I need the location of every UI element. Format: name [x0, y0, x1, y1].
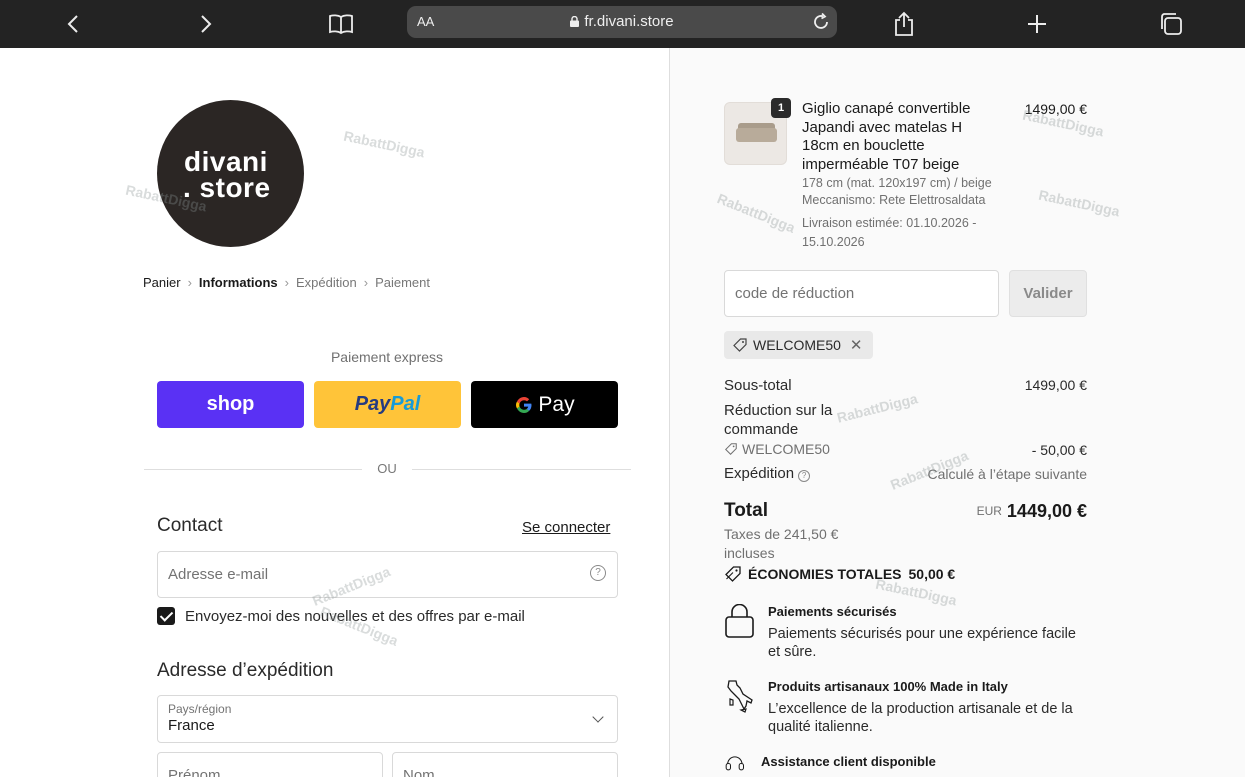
- country-value: France: [168, 717, 215, 734]
- chevron-down-icon: [592, 711, 604, 723]
- newsletter-checkbox[interactable]: [157, 607, 175, 625]
- subtotal-value: 1499,00 €: [1024, 377, 1087, 393]
- breadcrumb-cart[interactable]: Panier: [143, 275, 181, 290]
- feature-description: Paiements sécurisés pour une expérience …: [768, 626, 1076, 660]
- forward-icon[interactable]: [190, 8, 222, 40]
- discount-code-field[interactable]: code de réduction: [724, 270, 999, 317]
- product-variant: 178 cm (mat. 120x197 cm) / beige Meccani…: [802, 175, 1012, 209]
- product-size: 178 cm (mat. 120x197 cm) / beige: [802, 176, 992, 190]
- sofa-image: [736, 128, 777, 142]
- reduction-value: - 50,00 €: [1031, 442, 1087, 458]
- apply-discount-button[interactable]: Valider: [1009, 270, 1087, 317]
- bag-lock-icon: [725, 604, 754, 638]
- chevron-right-icon: ›: [363, 275, 369, 290]
- product-delivery-estimate: Livraison estimée: 01.10.2026 - 15.10.20…: [802, 216, 977, 249]
- breadcrumb-payment: Paiement: [375, 275, 430, 290]
- feature-title: Assistance client disponible: [761, 754, 936, 769]
- chevron-right-icon: ›: [187, 275, 192, 290]
- savings-value: 50,00 €: [908, 566, 956, 582]
- discount-placeholder: code de réduction: [735, 285, 855, 302]
- tag-icon: [733, 338, 747, 352]
- reduction-label: Réduction sur la commande: [724, 402, 833, 438]
- shop-pay-button[interactable]: shop: [157, 381, 304, 428]
- shipping-label: Expédition: [724, 465, 795, 482]
- browser-toolbar: AA fr.divani.store: [0, 0, 1245, 48]
- first-name-field[interactable]: Prénom: [157, 752, 383, 777]
- watermark: RabattDigga: [342, 127, 427, 161]
- store-logo[interactable]: divani . store: [157, 100, 304, 247]
- email-placeholder: Adresse e-mail: [168, 566, 269, 583]
- new-tab-icon[interactable]: [1021, 8, 1053, 40]
- help-icon[interactable]: ?: [590, 565, 606, 581]
- last-name-field[interactable]: Nom: [392, 752, 618, 777]
- address-bar[interactable]: AA fr.divani.store: [407, 6, 837, 38]
- total-label: Total: [724, 500, 768, 521]
- express-checkout-title: Paiement express: [330, 349, 444, 365]
- lock-icon: [570, 16, 580, 27]
- column-divider: [669, 48, 670, 777]
- paypal-button[interactable]: Pay Pal: [314, 381, 461, 428]
- share-icon[interactable]: [888, 8, 920, 40]
- feature-description: L’excellence de la production artisanale…: [768, 701, 1073, 735]
- applied-discount-chip: WELCOME50 ✕: [724, 331, 873, 359]
- shipping-help-icon[interactable]: ?: [798, 470, 811, 482]
- total-value: EUR 1449,00 €: [977, 501, 1087, 522]
- italy-map-icon: [727, 680, 753, 713]
- product-name: Giglio canapé convertible Japandi avec m…: [802, 100, 971, 173]
- remove-discount-icon[interactable]: ✕: [850, 336, 863, 354]
- reload-icon[interactable]: [811, 12, 831, 32]
- reduction-code: WELCOME50: [742, 441, 830, 457]
- tabs-overview-icon[interactable]: [1155, 8, 1187, 40]
- last-name-placeholder: Nom: [403, 767, 435, 777]
- quantity-badge: 1: [771, 98, 791, 118]
- paypal-label-2: Pal: [390, 393, 421, 415]
- google-pay-button[interactable]: Pay: [471, 381, 618, 428]
- feature-title: Produits artisanaux 100% Made in Italy: [768, 679, 1008, 694]
- or-label: OU: [362, 461, 412, 476]
- savings-tag-icon: [725, 566, 741, 582]
- google-pay-label: Pay: [538, 392, 575, 416]
- first-name-placeholder: Prénom: [168, 767, 221, 777]
- chevron-right-icon: ›: [284, 275, 289, 290]
- login-link[interactable]: Se connecter: [522, 519, 610, 536]
- contact-title: Contact: [157, 515, 223, 536]
- google-g-icon: [516, 396, 532, 413]
- headset-icon: [725, 756, 745, 771]
- product-mechanism: Meccanismo: Rete Elettrosaldata: [802, 193, 986, 207]
- feature-title: Paiements sécurisés: [768, 604, 897, 619]
- country-label: Pays/région: [168, 702, 232, 716]
- total-amount: 1449,00 €: [1006, 501, 1087, 521]
- shipping-address-title: Adresse d’expédition: [157, 660, 334, 681]
- subtotal-row: Sous-total 1499,00 €: [724, 377, 1087, 394]
- total-savings: ÉCONOMIES TOTALES 50,00 €: [724, 565, 955, 583]
- url-text: fr.divani.store: [584, 13, 674, 30]
- currency-code: EUR: [976, 504, 1002, 518]
- tag-icon: [725, 443, 737, 455]
- back-icon[interactable]: [57, 8, 89, 40]
- country-select[interactable]: Pays/région France: [157, 695, 618, 743]
- paypal-label-1: Pay: [354, 393, 391, 415]
- breadcrumb-information: Informations: [198, 275, 278, 290]
- breadcrumb: Panier › Informations › Expédition › Paiement: [143, 275, 430, 290]
- subtotal-label: Sous-total: [724, 377, 792, 394]
- bookmarks-icon[interactable]: [325, 8, 357, 40]
- breadcrumb-shipping: Expédition: [296, 275, 357, 290]
- taxes-note: Taxes de 241,50 € incluses: [724, 526, 839, 561]
- shop-pay-label: shop: [206, 393, 255, 415]
- applied-code-label: WELCOME50: [753, 337, 841, 353]
